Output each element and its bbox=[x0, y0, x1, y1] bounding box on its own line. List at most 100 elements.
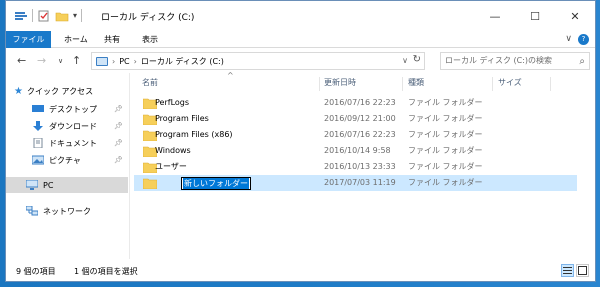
nav-quick-access[interactable]: ★ クイック アクセス bbox=[14, 83, 128, 99]
new-folder-icon[interactable] bbox=[55, 10, 69, 22]
file-modified: 2016/07/16 22:23 bbox=[324, 130, 396, 139]
item-count: 9 個の項目 bbox=[16, 267, 56, 276]
quick-access-toolbar: ▾ bbox=[14, 9, 83, 22]
file-type: ファイル フォルダー bbox=[408, 98, 483, 107]
navigation-pane: ★ クイック アクセス デスクトップ 📌︎ ダウンロード 📌︎ ドキュメント 📌… bbox=[6, 79, 128, 257]
file-type: ファイル フォルダー bbox=[408, 162, 483, 171]
table-row-selected[interactable]: 新しいフォルダー 2017/07/03 11:19 ファイル フォルダー bbox=[134, 175, 577, 191]
tab-home[interactable]: ホーム bbox=[56, 31, 96, 48]
window-title: ローカル ディスク (C:) bbox=[101, 13, 195, 23]
column-separator[interactable] bbox=[492, 77, 493, 91]
folder-icon bbox=[143, 178, 157, 189]
documents-icon bbox=[33, 138, 43, 148]
large-icons-view-icon bbox=[578, 266, 587, 275]
column-header-type[interactable]: 種類 bbox=[408, 73, 424, 93]
minimize-button[interactable]: — bbox=[475, 1, 515, 31]
file-list: ^ 名前 更新日時 種類 サイズ PerfLogs 2016/07/16 22:… bbox=[134, 71, 594, 259]
pc-icon bbox=[96, 56, 108, 66]
column-header-size[interactable]: サイズ bbox=[498, 73, 522, 93]
chevron-right-icon[interactable]: › bbox=[134, 57, 137, 66]
file-name: Windows bbox=[155, 146, 191, 155]
column-separator[interactable] bbox=[319, 77, 320, 91]
back-arrow-icon[interactable]: ← bbox=[17, 54, 26, 67]
file-modified: 2016/10/13 23:33 bbox=[324, 162, 396, 171]
chevron-right-icon[interactable]: › bbox=[112, 57, 115, 66]
download-icon bbox=[33, 121, 43, 131]
file-type: ファイル フォルダー bbox=[408, 114, 483, 123]
file-type: ファイル フォルダー bbox=[408, 130, 483, 139]
file-modified: 2017/07/03 11:19 bbox=[324, 178, 396, 187]
search-icon[interactable]: ⌕ bbox=[579, 54, 585, 70]
expand-ribbon-icon[interactable]: ∨ bbox=[565, 34, 572, 45]
pin-icon[interactable]: 📌︎ bbox=[114, 105, 123, 113]
table-row[interactable]: Program Files (x86) 2016/07/16 22:23 ファイ… bbox=[134, 127, 577, 143]
recent-locations-icon[interactable]: ∨ bbox=[58, 57, 63, 65]
title-bar[interactable]: ▾ ローカル ディスク (C:) — ☐ ✕ bbox=[6, 1, 595, 31]
large-icons-view-button[interactable] bbox=[576, 264, 589, 277]
pictures-icon bbox=[32, 155, 44, 165]
file-name: Program Files bbox=[155, 114, 209, 123]
file-name: PerfLogs bbox=[155, 98, 190, 107]
sort-ascending-icon: ^ bbox=[227, 71, 234, 80]
column-separator[interactable] bbox=[402, 77, 403, 91]
tab-file[interactable]: ファイル bbox=[6, 31, 51, 48]
nav-label: クイック アクセス bbox=[26, 86, 94, 96]
table-row[interactable]: PerfLogs 2016/07/16 22:23 ファイル フォルダー bbox=[134, 95, 577, 111]
rename-text: 新しいフォルダー bbox=[183, 178, 249, 189]
nav-label: ダウンロード bbox=[49, 121, 97, 131]
file-name: ユーザー bbox=[155, 162, 187, 171]
maximize-button[interactable]: ☐ bbox=[515, 1, 555, 31]
column-header-modified[interactable]: 更新日時 bbox=[324, 73, 356, 93]
pin-icon[interactable]: 📌︎ bbox=[114, 139, 123, 147]
breadcrumb-pc[interactable]: PC bbox=[119, 57, 129, 66]
ribbon-tabs: ファイル ホーム 共有 表示 ∨ ? bbox=[6, 31, 595, 48]
explorer-window: ▾ ローカル ディスク (C:) — ☐ ✕ ファイル ホーム 共有 表示 ∨ … bbox=[5, 0, 596, 282]
properties-icon[interactable] bbox=[37, 10, 51, 22]
nav-documents[interactable]: ドキュメント 📌︎ bbox=[32, 135, 128, 151]
table-row[interactable]: Windows 2016/10/14 9:58 ファイル フォルダー bbox=[134, 143, 577, 159]
nav-label: PC bbox=[43, 180, 54, 190]
file-modified: 2016/09/12 21:00 bbox=[324, 114, 396, 123]
nav-label: ネットワーク bbox=[43, 206, 91, 216]
toolbar-separator bbox=[32, 9, 33, 22]
nav-desktop[interactable]: デスクトップ 📌︎ bbox=[32, 101, 128, 117]
table-row[interactable]: Program Files 2016/09/12 21:00 ファイル フォルダ… bbox=[134, 111, 577, 127]
nav-label: ピクチャ bbox=[49, 155, 81, 165]
breadcrumb-local-disk[interactable]: ローカル ディスク (C:) bbox=[141, 56, 224, 67]
explorer-app-icon bbox=[15, 11, 27, 20]
tab-view[interactable]: 表示 bbox=[134, 31, 166, 48]
selection-count: 1 個の項目を選択 bbox=[74, 267, 138, 276]
customize-toolbar-icon[interactable]: ▾ bbox=[73, 11, 77, 20]
forward-arrow-icon[interactable]: → bbox=[37, 54, 46, 67]
details-view-icon bbox=[563, 267, 572, 274]
pin-icon[interactable]: 📌︎ bbox=[114, 156, 123, 164]
tab-share[interactable]: 共有 bbox=[96, 31, 128, 48]
help-icon[interactable]: ? bbox=[578, 34, 589, 45]
column-separator[interactable] bbox=[550, 77, 551, 91]
search-placeholder: ローカル ディスク (C:)の検索 bbox=[445, 56, 553, 65]
nav-pictures[interactable]: ピクチャ 📌︎ bbox=[32, 152, 128, 168]
nav-network[interactable]: ネットワーク bbox=[26, 203, 128, 219]
address-bar[interactable]: › PC › ローカル ディスク (C:) ∨ ↻ bbox=[91, 52, 425, 70]
nav-label: ドキュメント bbox=[49, 138, 97, 148]
desktop-icon bbox=[32, 105, 44, 112]
toolbar-separator bbox=[81, 9, 83, 22]
nav-pc[interactable]: PC bbox=[6, 177, 128, 193]
details-view-button[interactable] bbox=[561, 264, 574, 277]
refresh-icon[interactable]: ↻ bbox=[413, 54, 421, 65]
nav-downloads[interactable]: ダウンロード 📌︎ bbox=[32, 118, 128, 134]
close-button[interactable]: ✕ bbox=[555, 1, 595, 31]
search-input[interactable]: ローカル ディスク (C:)の検索 ⌕ bbox=[440, 52, 590, 70]
star-icon: ★ bbox=[14, 85, 23, 97]
rename-input[interactable]: 新しいフォルダー bbox=[181, 177, 251, 190]
up-arrow-icon[interactable]: ↑ bbox=[72, 54, 81, 67]
ribbon-controls: ∨ ? bbox=[565, 34, 589, 45]
pin-icon[interactable]: 📌︎ bbox=[114, 122, 123, 130]
file-modified: 2016/07/16 22:23 bbox=[324, 98, 396, 107]
table-row[interactable]: ユーザー 2016/10/13 23:33 ファイル フォルダー bbox=[134, 159, 577, 175]
column-header-name[interactable]: 名前 bbox=[142, 73, 158, 93]
file-name: Program Files (x86) bbox=[155, 130, 233, 139]
address-dropdown-icon[interactable]: ∨ bbox=[402, 56, 408, 65]
file-modified: 2016/10/14 9:58 bbox=[324, 146, 391, 155]
pane-divider[interactable] bbox=[129, 73, 130, 259]
